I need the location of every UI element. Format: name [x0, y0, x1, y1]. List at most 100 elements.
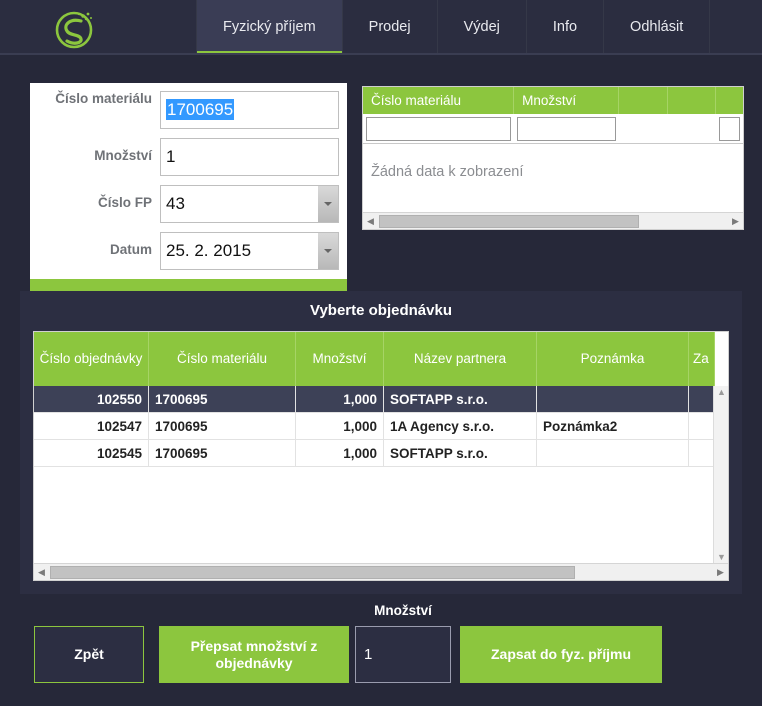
cell-cislo-materialu: 1700695 — [149, 413, 296, 440]
receipt-grid-empty-message: Žádná data k zobrazení — [371, 164, 524, 180]
receipt-grid-header: Číslo materiálu Množství — [363, 87, 743, 114]
orders-grid-horizontal-scrollbar[interactable]: ◀ ▶ — [34, 563, 728, 580]
cell-cislo-materialu: 1700695 — [149, 440, 296, 467]
nav-items: Fyzický příjem Prodej Výdej Info Odhlási… — [196, 0, 711, 53]
receipt-col-mnozstvi[interactable]: Množství — [514, 87, 619, 114]
cislo-fp-combobox[interactable]: 43 — [160, 185, 339, 223]
mnozstvi-input[interactable]: 1 — [160, 138, 339, 176]
table-row[interactable]: 102550 1700695 1,000 SOFTAPP s.r.o. — [34, 386, 728, 413]
app-root: Fyzický příjem Prodej Výdej Info Odhlási… — [0, 0, 762, 706]
cell-mnozstvi: 1,000 — [296, 386, 384, 413]
orders-col-za[interactable]: Za — [689, 332, 715, 386]
receipt-col-5[interactable] — [716, 87, 743, 114]
field-mnozstvi: 1 — [160, 138, 339, 176]
label-text: Množství — [94, 148, 152, 163]
quantity-input[interactable]: 1 — [355, 626, 451, 683]
order-selection-panel: Vyberte objednávku Číslo objednávky Čísl… — [20, 291, 742, 594]
scroll-right-icon[interactable]: ▶ — [728, 216, 743, 227]
cell-cislo-objednavky: 102550 — [34, 386, 149, 413]
cell-cislo-objednavky: 102545 — [34, 440, 149, 467]
nav-item-label: Info — [552, 18, 578, 35]
nav-item-info[interactable]: Info — [527, 0, 605, 53]
scroll-left-icon[interactable]: ◀ — [34, 567, 49, 578]
quantity-caption: Množství — [374, 603, 432, 618]
scroll-right-icon[interactable]: ▶ — [713, 567, 728, 578]
filter-input-cislo-materialu[interactable] — [366, 117, 512, 141]
receipt-grid-filter-row — [363, 114, 743, 144]
cell-za — [689, 413, 715, 440]
softapp-leaf-logo-icon — [52, 5, 98, 51]
label-datum: Datum — [30, 232, 160, 258]
nav-item-label: Fyzický příjem — [223, 18, 316, 35]
nav-item-odhlasit[interactable]: Odhlásit — [604, 0, 711, 53]
label-cislo-materialu: Číslo materiálu — [30, 91, 160, 107]
scroll-down-icon[interactable]: ▼ — [714, 552, 729, 562]
orders-col-cislo-materialu[interactable]: Číslo materiálu — [149, 332, 296, 386]
top-navbar: Fyzický příjem Prodej Výdej Info Odhlási… — [0, 0, 762, 55]
label-text: Číslo FP — [97, 195, 152, 210]
scroll-track[interactable] — [378, 214, 728, 229]
nav-item-label: Odhlásit — [630, 18, 684, 35]
scroll-thumb[interactable] — [379, 214, 639, 228]
cell-poznamka — [537, 386, 689, 413]
form-row-datum: Datum 25. 2. 2015 — [30, 223, 347, 270]
filter-cell-mnozstvi — [514, 114, 618, 144]
filter-input-mnozstvi[interactable] — [517, 117, 616, 141]
form-row-cislo-materialu: Číslo materiálu 1700695 — [30, 83, 347, 129]
table-row[interactable]: 102545 1700695 1,000 SOFTAPP s.r.o. — [34, 440, 728, 467]
order-panel-title: Vyberte objednávku — [310, 302, 452, 319]
chevron-down-icon[interactable] — [318, 186, 338, 222]
orders-col-mnozstvi[interactable]: Množství — [296, 332, 384, 386]
datum-combobox[interactable]: 25. 2. 2015 — [160, 232, 339, 270]
nav-item-fyzicky-prijem[interactable]: Fyzický příjem — [196, 0, 343, 53]
cell-cislo-materialu: 1700695 — [149, 386, 296, 413]
nav-item-label: Výdej — [463, 18, 500, 35]
scroll-thumb[interactable] — [50, 565, 575, 579]
overwrite-quantity-button[interactable]: Přepsat množství z objednávky — [159, 626, 349, 683]
scroll-track[interactable] — [49, 565, 713, 580]
receipt-grid-horizontal-scrollbar[interactable]: ◀ ▶ — [363, 212, 743, 229]
bottom-action-bar: Množství Zpět Přepsat množství z objedná… — [20, 594, 742, 694]
cell-poznamka: Poznámka2 — [537, 413, 689, 440]
table-row[interactable]: 102547 1700695 1,000 1A Agency s.r.o. Po… — [34, 413, 728, 440]
nav-item-label: Prodej — [368, 18, 411, 35]
nav-item-vydej[interactable]: Výdej — [438, 0, 527, 53]
cell-mnozstvi: 1,000 — [296, 440, 384, 467]
label-mnozstvi: Množství — [30, 138, 160, 164]
orders-col-nazev-partnera[interactable]: Název partnera — [384, 332, 537, 386]
scroll-left-icon[interactable]: ◀ — [363, 216, 378, 227]
orders-grid: Číslo objednávky Číslo materiálu Množstv… — [33, 331, 729, 581]
back-button[interactable]: Zpět — [34, 626, 144, 683]
cislo-materialu-input[interactable]: 1700695 — [160, 91, 339, 129]
field-cislo-fp: 43 — [160, 185, 339, 223]
filter-cell-5 — [716, 114, 743, 144]
cislo-fp-value: 43 — [166, 194, 185, 213]
write-to-receipt-button[interactable]: Zapsat do fyz. příjmu — [460, 626, 662, 683]
receipt-items-grid: Číslo materiálu Množství Žádná data k zo… — [362, 86, 744, 230]
field-cislo-materialu: 1700695 — [160, 91, 339, 129]
cell-nazev-partnera: SOFTAPP s.r.o. — [384, 440, 537, 467]
orders-grid-body: 102550 1700695 1,000 SOFTAPP s.r.o. 1025… — [34, 386, 728, 563]
filter-cell-cislo-materialu — [363, 114, 514, 144]
cell-mnozstvi: 1,000 — [296, 413, 384, 440]
filter-input-5[interactable] — [719, 117, 740, 141]
form-submit-bar[interactable] — [30, 279, 347, 291]
scroll-up-icon[interactable]: ▲ — [714, 387, 729, 397]
receipt-col-cislo-materialu[interactable]: Číslo materiálu — [363, 87, 515, 114]
filter-cell-4 — [668, 114, 716, 144]
orders-grid-vertical-scrollbar[interactable]: ▲ ▼ — [713, 386, 728, 563]
receipt-col-4[interactable] — [668, 87, 717, 114]
cislo-materialu-value: 1700695 — [166, 99, 235, 120]
filter-cell-3 — [619, 114, 669, 144]
material-entry-form: Číslo materiálu 1700695 Množství 1 Číslo… — [30, 83, 347, 279]
form-row-mnozstvi: Množství 1 — [30, 129, 347, 176]
datum-value: 25. 2. 2015 — [166, 241, 252, 260]
orders-col-poznamka[interactable]: Poznámka — [537, 332, 689, 386]
receipt-col-3[interactable] — [618, 87, 669, 114]
chevron-down-icon[interactable] — [318, 233, 338, 269]
label-text: Datum — [109, 242, 152, 257]
nav-item-prodej[interactable]: Prodej — [343, 0, 438, 53]
orders-col-cislo-objednavky[interactable]: Číslo objednávky — [34, 332, 149, 386]
label-cislo-fp: Číslo FP — [30, 185, 160, 211]
cell-za — [689, 386, 715, 413]
